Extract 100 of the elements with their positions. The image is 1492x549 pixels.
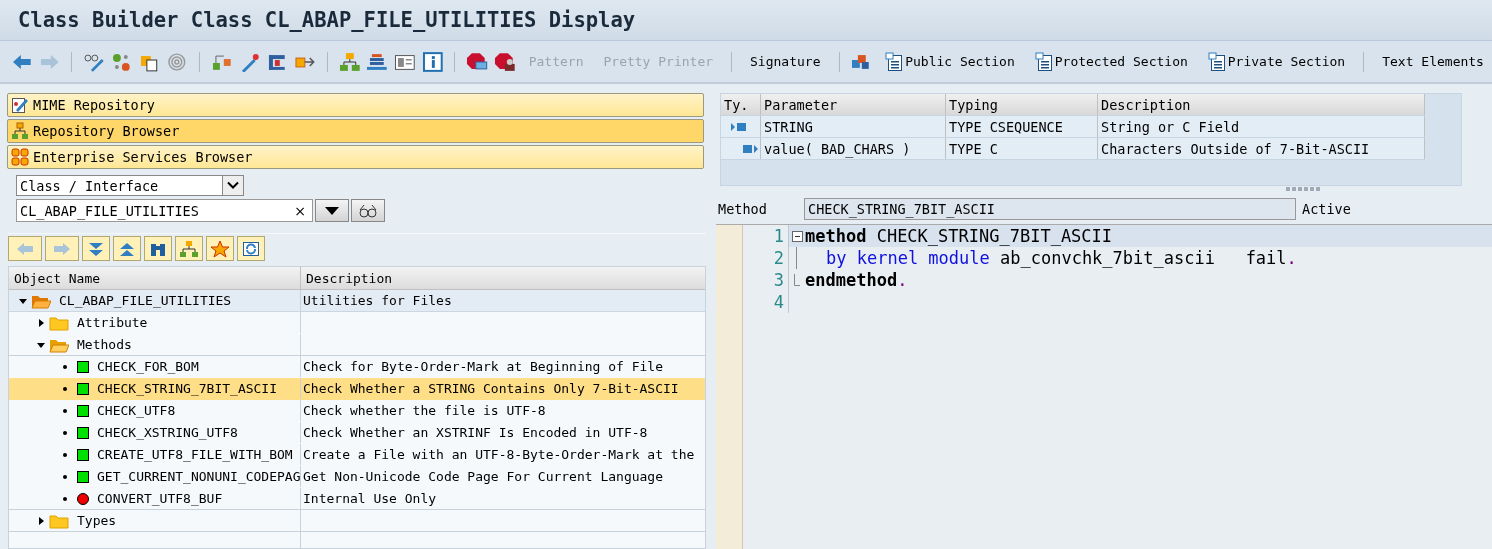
refresh-icon [241, 239, 261, 258]
method-field[interactable]: CHECK_STRING_7BIT_ASCII [804, 198, 1296, 220]
object-name: CREATE_UTF8_FILE_WITH_BOM [97, 447, 293, 462]
triangle-down-icon [325, 206, 339, 215]
glasses-icon [358, 203, 378, 218]
stop-person-icon[interactable] [494, 51, 516, 72]
object-name: Attribute [77, 315, 148, 330]
tree-toolbar-button[interactable] [113, 236, 141, 261]
triangle-down-icon[interactable] [37, 340, 45, 349]
column-header[interactable]: Object Name [9, 267, 301, 289]
column-header[interactable]: Typing [946, 94, 1098, 115]
triangle-right-icon[interactable] [37, 318, 45, 327]
tree-row[interactable]: Attribute [9, 312, 705, 334]
tree-toolbar-button[interactable] [175, 236, 203, 261]
object-description: Create a File with an UTF-8-Byte-Order-Mark at the [303, 447, 695, 462]
bullet-icon [63, 408, 67, 413]
circles-icon[interactable] [111, 51, 133, 72]
tree-row[interactable]: GET_CURRENT_NONUNI_CODEPAG Get Non-Unicode Code Page For Current Language [9, 466, 705, 488]
bullet-icon [63, 474, 67, 479]
column-header[interactable]: Description [1098, 94, 1425, 115]
table-cell: value( BAD_CHARS ) [761, 138, 946, 159]
tree-row[interactable]: CHECK_XSTRING_UTF8 Check Whether an XSTRINF Is Encoded in UTF-8 [9, 422, 705, 444]
tree-row[interactable]: CL_ABAP_FILE_UTILITIES Utilities for Files [9, 290, 705, 312]
toolbar-button[interactable]: Private Section [1199, 51, 1354, 72]
navigation-button[interactable]: Enterprise Services Browser [7, 145, 704, 169]
tree-row[interactable]: CREATE_UTF8_FILE_WITH_BOM Create a File with an UTF-8-Byte-Order-Mark at the [9, 444, 705, 466]
code-line: endmethod. [805, 270, 908, 290]
object-description: Check Whether a STRING Contains Only 7-Bit-ASCII [303, 381, 679, 396]
hierarchy-icon[interactable] [338, 51, 361, 72]
tree-toolbar-button[interactable] [237, 236, 265, 261]
table-cell: TYPE C [946, 138, 1098, 159]
object-name: GET_CURRENT_NONUNI_CODEPAG [97, 469, 300, 484]
folder-icon [49, 512, 69, 529]
code-line: by kernel module ab_convchk_7bit_ascii fail. [825, 248, 1297, 268]
object-description: Internal Use Only [303, 491, 437, 506]
splitter-handle[interactable] [1286, 187, 1322, 191]
object-name: Methods [77, 337, 132, 352]
line-number: 1 [743, 225, 789, 247]
tree-row[interactable]: CHECK_UTF8 Check whether the file is UTF-8 [9, 400, 705, 422]
navigation-button[interactable]: MIME Repository [7, 93, 704, 117]
info-icon[interactable] [421, 51, 444, 72]
tree-row[interactable]: Methods [9, 334, 705, 356]
object-description: Utilities for Files [303, 293, 452, 308]
column-header[interactable]: Description [301, 267, 393, 289]
bullet-icon [63, 452, 67, 457]
object-description: Check Whether an XSTRINF Is Encoded in UTF-8 [303, 425, 648, 440]
toolbar-button[interactable]: Public Section [877, 51, 1023, 72]
fold-line [796, 247, 798, 269]
object-name-field[interactable]: CL_ABAP_FILE_UTILITIES × [16, 199, 313, 222]
table-cell: Characters Outside of 7-Bit-ASCII [1098, 138, 1425, 159]
toolbar-button[interactable]: Protected Section [1026, 51, 1196, 72]
document-icon [885, 51, 904, 72]
object-name: CHECK_UTF8 [97, 403, 176, 418]
triangle-down-icon[interactable] [19, 296, 27, 305]
table-cell: String or C Field [1098, 116, 1425, 137]
status-text: Active [1302, 201, 1351, 217]
tree-row[interactable]: CHECK_FOR_BOM Check for Byte-Order-Mark at Beginning of File [9, 356, 705, 378]
object-description: Get Non-Unicode Code Page For Current Language [303, 469, 664, 484]
hierarchy-icon [11, 122, 29, 140]
bullet-icon [63, 364, 67, 369]
table-cell: TYPE CSEQUENCE [946, 116, 1098, 137]
tree-row[interactable]: Types [9, 510, 705, 532]
object-description: Check for Byte-Order-Mark at Beginning of File [303, 359, 664, 374]
tree-toolbar-button[interactable] [206, 236, 234, 261]
object-type-dropdown[interactable]: Class / Interface [16, 175, 244, 196]
stop-monitor-icon[interactable] [466, 51, 488, 72]
hierarchy-icon [179, 239, 199, 258]
column-header[interactable]: Ty. [721, 94, 761, 115]
stack-icon[interactable] [366, 51, 388, 72]
tree-toolbar-button[interactable] [144, 236, 172, 261]
object-name: CONVERT_UTF8_BUF [97, 491, 223, 506]
dropdown-button[interactable] [315, 199, 349, 222]
code-line: method CHECK_STRING_7BIT_ASCII [805, 226, 1113, 246]
object-name: CHECK_STRING_7BIT_ASCII [97, 381, 277, 396]
tree-toolbar-button[interactable] [82, 236, 110, 261]
clear-button[interactable]: × [294, 202, 306, 219]
object-name: CHECK_FOR_BOM [97, 359, 199, 374]
document-pencil-icon [11, 96, 29, 114]
tree-row[interactable]: CONVERT_UTF8_BUF Internal Use Only [9, 488, 705, 510]
method-label: Method [717, 201, 768, 217]
navigation-button[interactable]: Repository Browser [7, 119, 704, 143]
display-button[interactable] [351, 199, 385, 222]
table-cell: STRING [761, 116, 946, 137]
toolbar-button[interactable]: Text Elements [1374, 54, 1492, 69]
grid-icon [11, 148, 29, 166]
object-name: CL_ABAP_FILE_UTILITIES [59, 293, 232, 308]
chevron-down-icon [222, 176, 243, 195]
bullet-icon [63, 496, 67, 501]
object-name: Types [77, 513, 117, 528]
column-header[interactable]: Parameter [761, 94, 946, 115]
object-name: CHECK_XSTRING_UTF8 [97, 425, 238, 440]
star-icon [210, 239, 230, 258]
bullet-icon [63, 430, 67, 435]
folder-icon [49, 314, 69, 331]
bullet-icon [63, 386, 67, 391]
toolbar-button[interactable]: Signature [742, 54, 829, 69]
tree-row[interactable]: CHECK_STRING_7BIT_ASCII Check Whether a STRING Contains Only 7-Bit-ASCII [9, 378, 705, 400]
triangle-right-icon[interactable] [37, 516, 45, 525]
window-title: Class Builder Class CL_ABAP_FILE_UTILITIES Display [18, 8, 636, 32]
collapse-icon[interactable] [791, 230, 803, 242]
